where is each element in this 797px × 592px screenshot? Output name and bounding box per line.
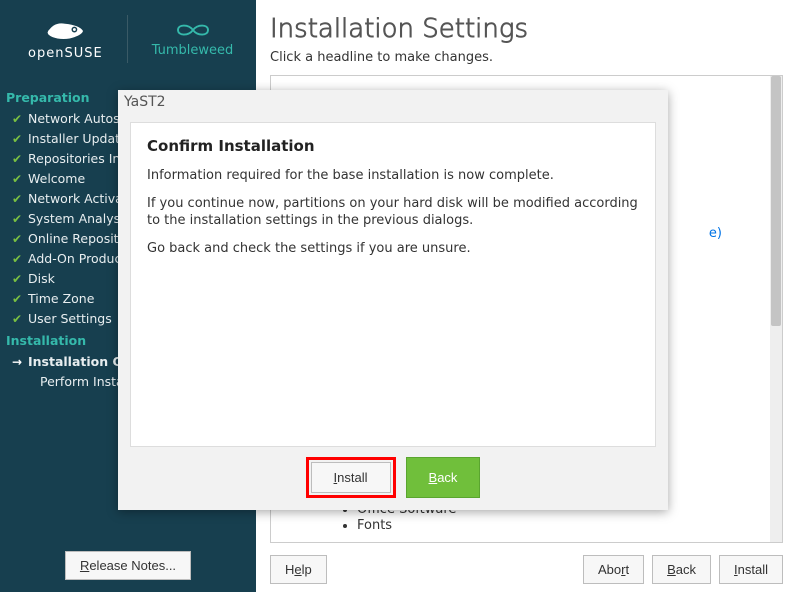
- nav-item-label: System Analysis: [28, 210, 130, 228]
- check-icon: ✔: [12, 130, 24, 148]
- dialog-heading: Confirm Installation: [147, 137, 639, 155]
- tumbleweed-icon: [175, 21, 211, 39]
- check-icon: ✔: [12, 290, 24, 308]
- dialog-window-title: YaST2: [118, 90, 668, 114]
- dialog-text-2: If you continue now, partitions on your …: [147, 195, 639, 230]
- confirm-installation-dialog: YaST2 Confirm Installation Information r…: [118, 90, 668, 510]
- install-button[interactable]: Install: [719, 555, 783, 584]
- check-icon: ✔: [12, 310, 24, 328]
- scrollbar[interactable]: [770, 76, 782, 542]
- opensuse-logo-icon: [43, 18, 87, 44]
- opensuse-text: openSUSE: [28, 46, 103, 61]
- dialog-back-button[interactable]: Back: [406, 457, 481, 498]
- nav-item-label: Installer Update: [28, 130, 128, 148]
- install-button-highlight: Install: [306, 457, 396, 498]
- dialog-text-1: Information required for the base instal…: [147, 167, 639, 185]
- check-icon: ✔: [12, 150, 24, 168]
- logo-group: openSUSE Tumbleweed: [8, 15, 233, 63]
- release-notes-button[interactable]: Release Notes...: [65, 551, 191, 580]
- nav-item-label: Welcome: [28, 170, 85, 188]
- nav-item-label: Time Zone: [28, 290, 94, 308]
- release-notes-label: Release Notes...: [80, 558, 176, 573]
- header-divider: [127, 15, 128, 63]
- check-icon: ✔: [12, 190, 24, 208]
- check-icon: ✔: [12, 170, 24, 188]
- nav-item-label: Disk: [28, 270, 55, 288]
- dialog-text-3: Go back and check the settings if you ar…: [147, 240, 639, 258]
- check-icon: ✔: [12, 270, 24, 288]
- sidebar-header: openSUSE Tumbleweed: [0, 0, 256, 78]
- nav-item-label: User Settings: [28, 310, 112, 328]
- dialog-install-button[interactable]: Install: [311, 462, 391, 493]
- check-icon: ✔: [12, 250, 24, 268]
- page-title: Installation Settings: [270, 14, 783, 44]
- abort-button[interactable]: Abort: [583, 555, 644, 584]
- check-icon: ✔: [12, 210, 24, 228]
- tumbleweed-text: Tumbleweed: [152, 43, 234, 58]
- help-button[interactable]: Help: [270, 555, 327, 584]
- arrow-icon: →: [12, 353, 24, 371]
- check-icon: ✔: [12, 110, 24, 128]
- back-button[interactable]: Back: [652, 555, 711, 584]
- bottom-bar: Help Abort Back Install: [270, 551, 783, 584]
- dialog-footer: Install Back: [118, 451, 668, 510]
- dialog-body: Confirm Installation Information require…: [130, 122, 656, 447]
- list-item: Fonts: [357, 518, 722, 533]
- page-subtitle: Click a headline to make changes.: [270, 50, 783, 65]
- scrollbar-thumb[interactable]: [771, 76, 781, 326]
- check-icon: ✔: [12, 230, 24, 248]
